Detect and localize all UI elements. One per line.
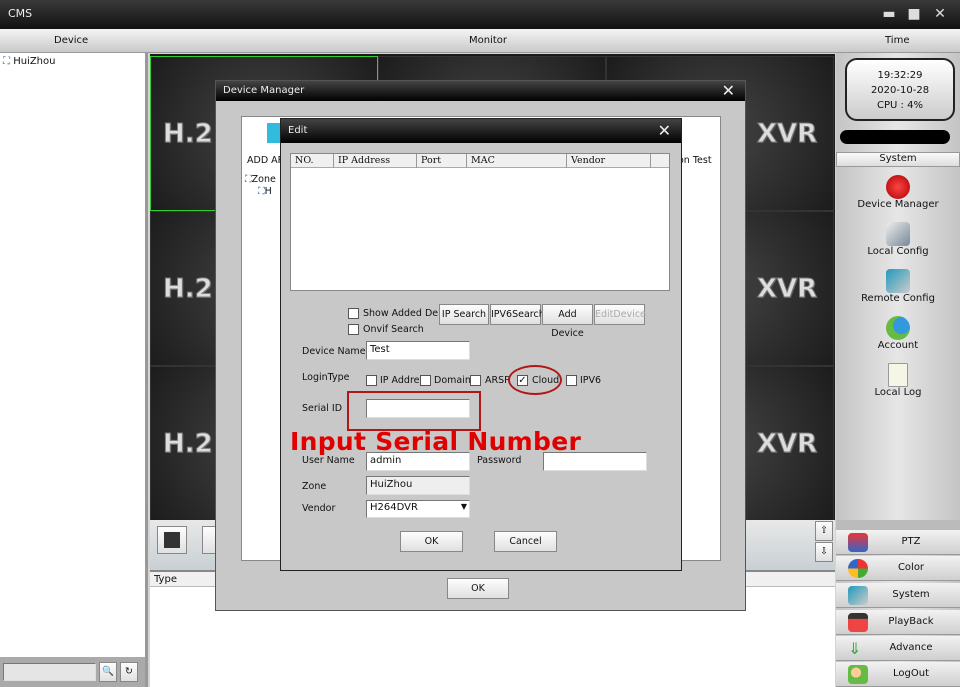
- onvif-search-label: Onvif Search: [363, 324, 424, 335]
- add-area-button[interactable]: ADD AR: [247, 155, 284, 166]
- scroll-down-icon[interactable]: ⇩: [815, 542, 833, 562]
- menu-playback[interactable]: PlayBack: [836, 610, 960, 635]
- time-header: Time: [885, 35, 910, 46]
- login-ip-checkbox[interactable]: [366, 375, 377, 386]
- app-title: CMS: [8, 7, 33, 20]
- device-manager-icon: [886, 175, 910, 199]
- search-icon[interactable]: 🔍: [99, 662, 117, 682]
- system-icon: [848, 586, 868, 605]
- device-search-table: NO. IP Address Port MAC Vendor: [290, 153, 670, 291]
- login-arsp-label: ARSP: [485, 375, 510, 386]
- column-header: Device Monitor Time: [0, 29, 960, 53]
- menu-color[interactable]: Color: [836, 556, 960, 581]
- device-header: Device: [54, 35, 89, 46]
- refresh-icon[interactable]: ↻: [120, 662, 138, 682]
- device-panel: ⛶ HuiZhou 🔍 ↻: [0, 53, 148, 687]
- zone-input[interactable]: HuiZhou: [366, 476, 470, 495]
- monitor-header: Monitor: [469, 35, 508, 46]
- column-mac[interactable]: MAC: [467, 154, 567, 168]
- system-header: System: [836, 152, 960, 167]
- login-type-label: LoginType: [302, 372, 350, 383]
- clock-date: 2020-10-28: [870, 85, 930, 96]
- login-domain-checkbox[interactable]: [420, 375, 431, 386]
- download-arrow-icon: ⇓: [848, 639, 862, 658]
- title-bar: CMS: [0, 0, 960, 29]
- logout-icon: [848, 665, 868, 684]
- password-label: Password: [477, 455, 522, 466]
- layout-1-button[interactable]: [157, 526, 187, 554]
- playback-icon: [848, 613, 868, 632]
- column-vendor[interactable]: Vendor: [567, 154, 651, 168]
- edit-dialog: Edit ✕ NO. IP Address Port MAC Vendor Sh…: [280, 118, 682, 571]
- tree-item-huizhou[interactable]: ⛶ HuiZhou: [3, 56, 55, 67]
- ip-search-button[interactable]: IP Search: [439, 304, 489, 325]
- menu-advance[interactable]: ⇓ Advance: [836, 636, 960, 661]
- login-arsp-checkbox[interactable]: [470, 375, 481, 386]
- show-added-checkbox[interactable]: [348, 308, 359, 319]
- menu-ptz[interactable]: PTZ: [836, 530, 960, 555]
- close-button[interactable]: ✕: [933, 7, 947, 21]
- show-added-label: Show Added Devic: [363, 308, 438, 319]
- account-icon: [886, 316, 910, 340]
- collapse-arrow-icon[interactable]: ‹: [140, 360, 146, 376]
- vendor-select[interactable]: H264DVR ▼: [366, 500, 470, 518]
- color-icon: [848, 559, 868, 578]
- clock-time: 19:32:29: [877, 70, 923, 81]
- local-log-item[interactable]: Local Log: [836, 363, 960, 398]
- menu-system[interactable]: System: [836, 583, 960, 608]
- tree-child[interactable]: ⛶H: [258, 186, 272, 197]
- device-manager-item[interactable]: Device Manager: [836, 175, 960, 210]
- vendor-label: Vendor: [302, 503, 336, 514]
- edit-device-button: EditDevice: [594, 304, 646, 325]
- edit-ok-button[interactable]: OK: [400, 531, 463, 552]
- zone-label: Zone: [302, 481, 327, 492]
- column-no[interactable]: NO.: [291, 154, 334, 168]
- right-panel: 19:32:29 2020-10-28 CPU : 4% System Devi…: [836, 53, 960, 687]
- ptz-icon: [848, 533, 868, 552]
- ipv6-search-button[interactable]: IPV6Search: [490, 304, 545, 325]
- cpu-usage: CPU : 4%: [877, 100, 923, 111]
- login-domain-label: Domain: [434, 375, 471, 386]
- edit-cancel-button[interactable]: Cancel: [494, 531, 557, 552]
- device-name-label: Device Name: [302, 346, 366, 357]
- remote-config-icon: [886, 269, 910, 293]
- device-manager-titlebar: Device Manager: [216, 81, 745, 101]
- serial-highlight-box: [347, 391, 481, 431]
- cloud-highlight-ellipse: [508, 365, 562, 395]
- close-icon[interactable]: ✕: [658, 121, 671, 140]
- zone-icon: ⛶: [245, 174, 252, 185]
- status-bar: [840, 130, 950, 144]
- chevron-down-icon[interactable]: ▼: [461, 502, 467, 511]
- login-ipv6-label: IPV6: [580, 375, 602, 386]
- account-item[interactable]: Account: [836, 316, 960, 351]
- user-name-label: User Name: [302, 455, 355, 466]
- device-search-input[interactable]: [3, 663, 96, 681]
- login-ipv6-checkbox[interactable]: [566, 375, 577, 386]
- clock-box: 19:32:29 2020-10-28 CPU : 4%: [845, 58, 955, 121]
- local-config-icon: [886, 222, 910, 246]
- login-ip-label: IP Addres: [380, 375, 419, 386]
- annotation-text: Input Serial Number: [290, 427, 582, 456]
- minimize-button[interactable]: ▬: [882, 7, 896, 21]
- local-log-icon: [888, 363, 908, 387]
- zone-icon: ⛶: [258, 186, 265, 197]
- zone-icon: ⛶: [3, 56, 10, 67]
- device-manager-ok-button[interactable]: OK: [447, 578, 509, 599]
- column-port[interactable]: Port: [417, 154, 467, 168]
- close-icon[interactable]: ✕: [722, 81, 735, 100]
- serial-id-label: Serial ID: [302, 403, 343, 414]
- connection-test-button[interactable]: on Test: [678, 155, 712, 166]
- maximize-button[interactable]: ■: [907, 7, 921, 21]
- tree-zone[interactable]: ⛶Zone: [245, 174, 276, 185]
- scroll-up-icon[interactable]: ⇧: [815, 521, 833, 541]
- remote-config-item[interactable]: Remote Config: [836, 269, 960, 304]
- add-device-button[interactable]: Add Device: [542, 304, 593, 339]
- edit-titlebar: Edit: [281, 119, 681, 143]
- onvif-search-checkbox[interactable]: [348, 324, 359, 335]
- device-name-input[interactable]: Test: [366, 341, 470, 360]
- menu-logout[interactable]: LogOut: [836, 662, 960, 687]
- column-ip-address[interactable]: IP Address: [334, 154, 417, 168]
- local-config-item[interactable]: Local Config: [836, 222, 960, 257]
